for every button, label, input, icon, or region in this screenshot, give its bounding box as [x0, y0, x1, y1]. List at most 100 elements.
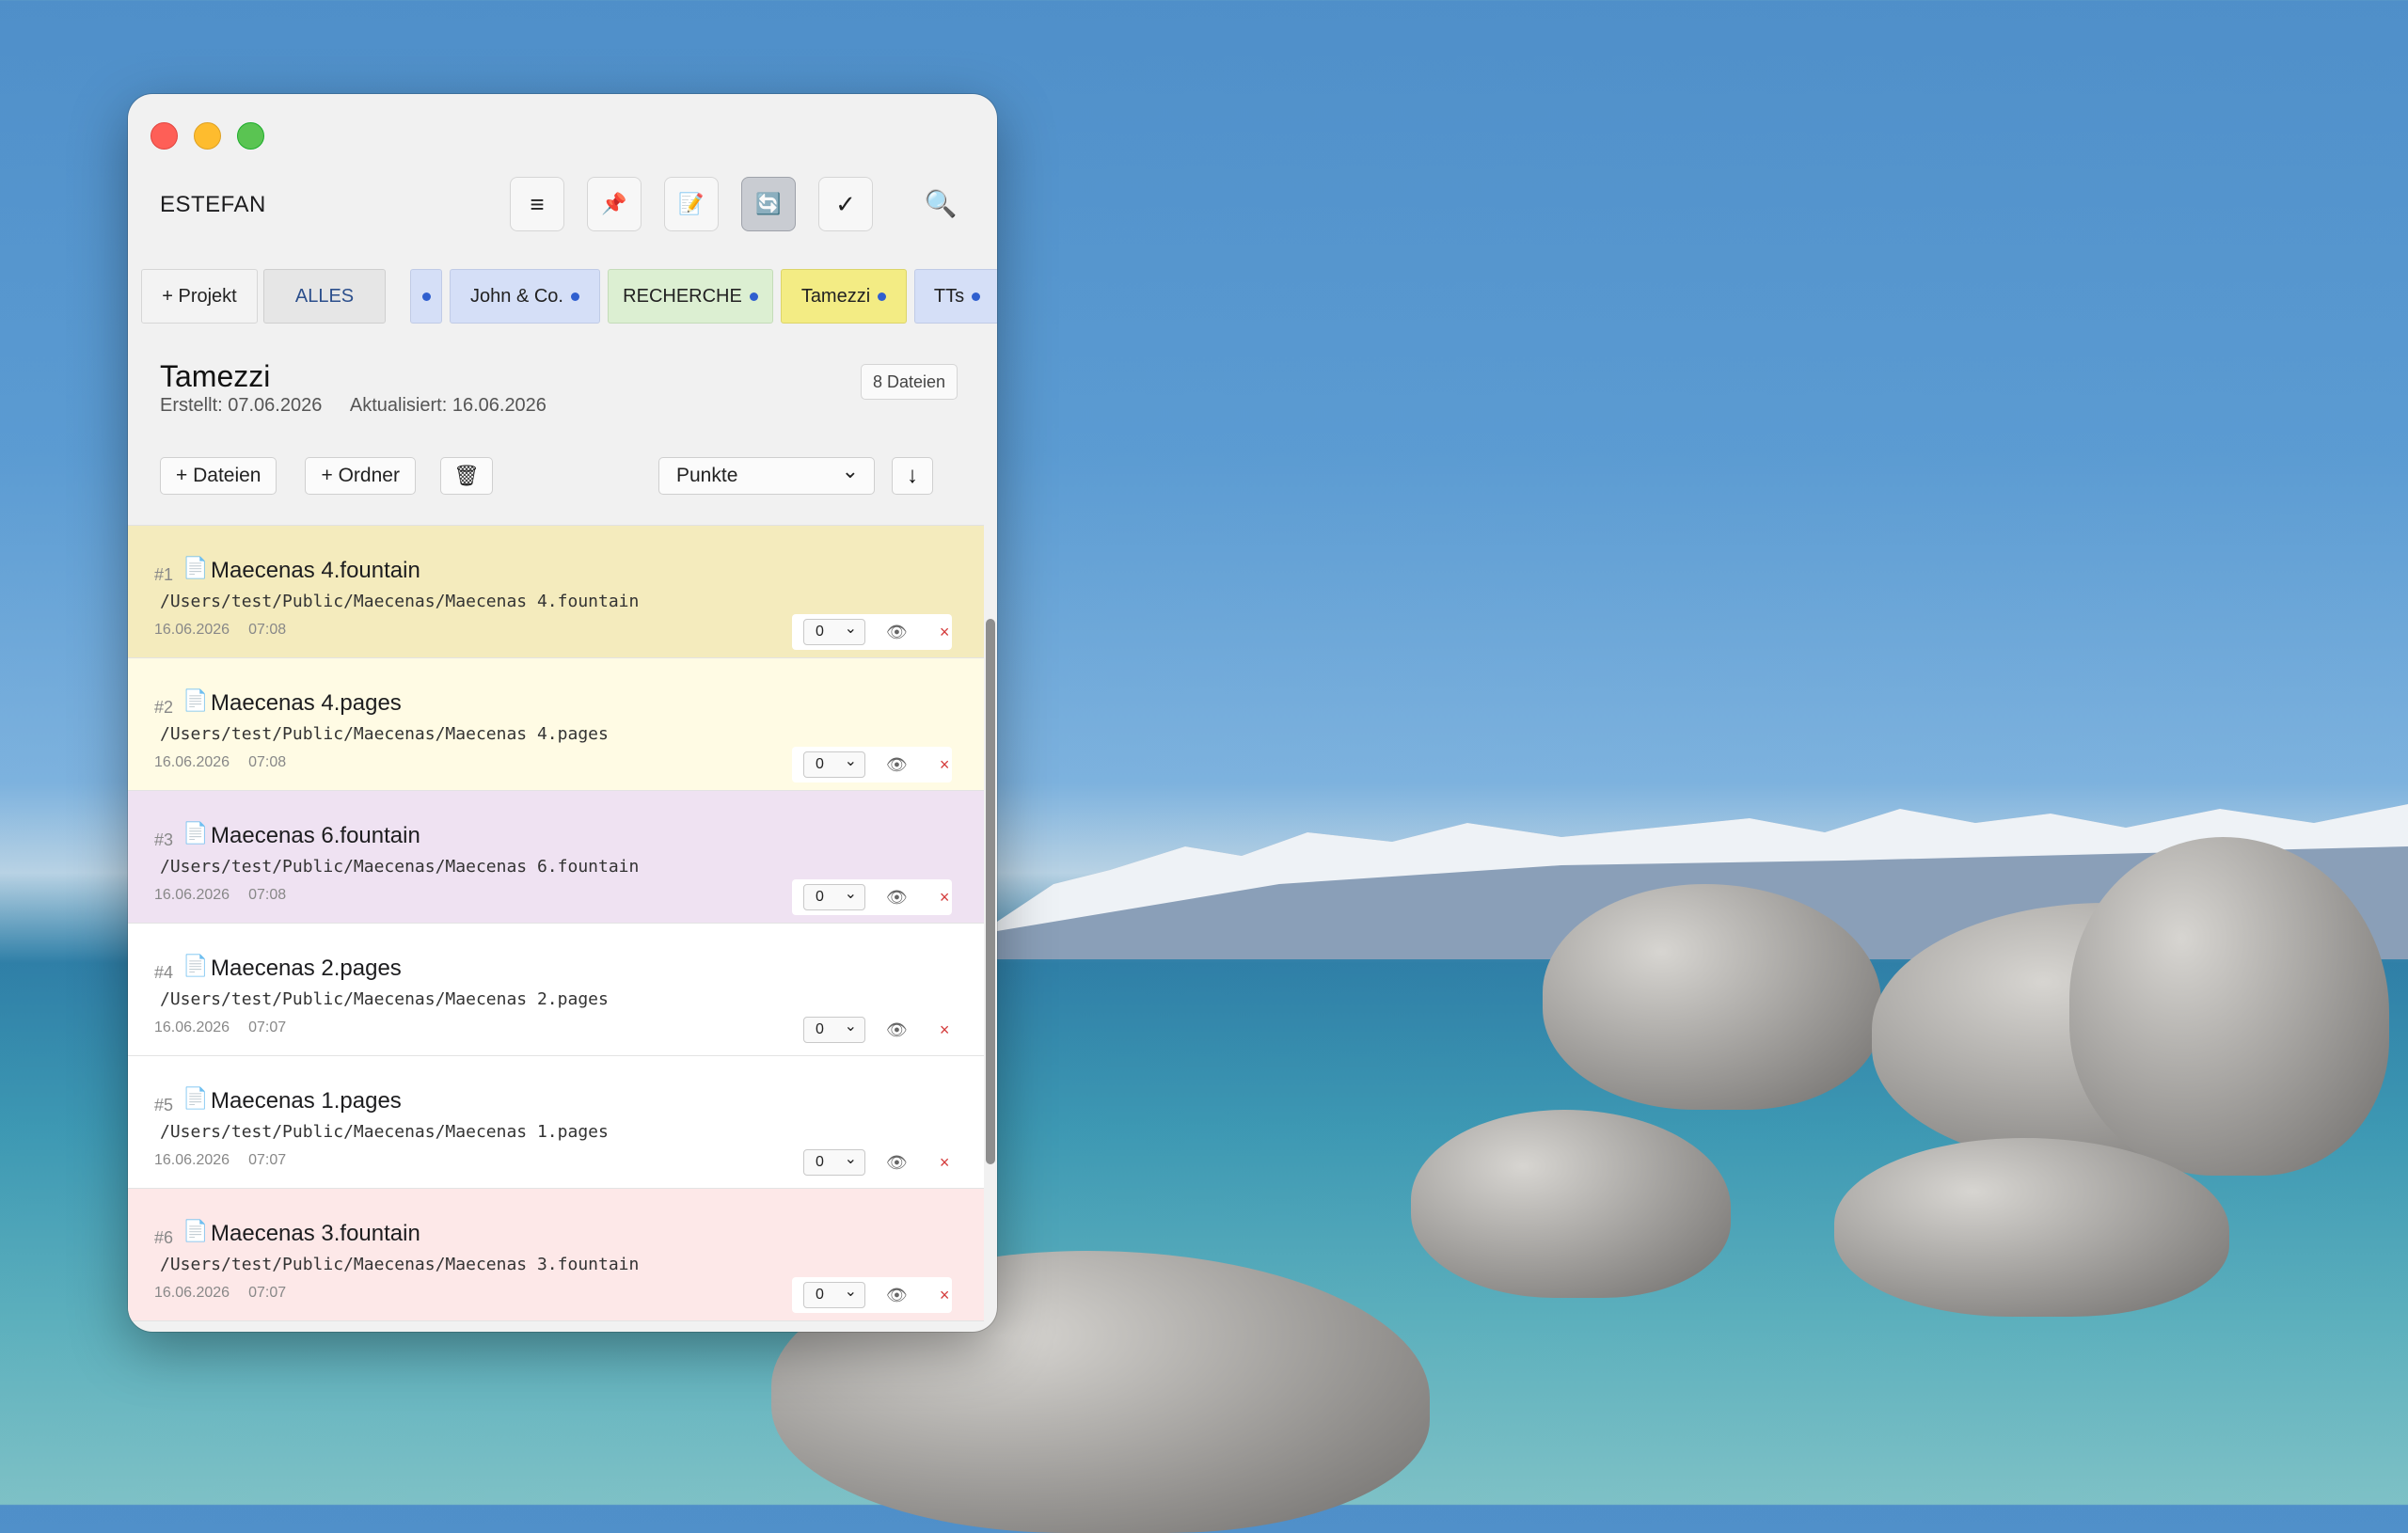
file-time: 07:08: [248, 887, 287, 903]
refresh-button[interactable]: 🔄: [741, 177, 796, 231]
file-row[interactable]: #5 📄 Maecenas 1.pages /Users/test/Public…: [128, 1056, 984, 1189]
file-row[interactable]: #2 📄 Maecenas 4.pages /Users/test/Public…: [128, 658, 984, 791]
file-time: 07:07: [248, 1152, 287, 1168]
points-value: 0: [816, 1154, 824, 1170]
points-value: 0: [816, 889, 824, 905]
tab-tamezzi[interactable]: Tamezzi: [781, 269, 907, 324]
file-timestamp: 16.06.2026 07:07: [154, 1285, 286, 1302]
delete-icon[interactable]: ×: [940, 623, 950, 642]
scrollbar-thumb[interactable]: [986, 619, 995, 1164]
eye-icon[interactable]: 👁: [886, 1286, 908, 1305]
scrollbar[interactable]: [984, 525, 995, 1332]
project-tabs: + Projekt ALLES John & Co. RECHERCHE Tam…: [137, 269, 997, 324]
check-button[interactable]: ✓: [818, 177, 873, 231]
delete-icon[interactable]: ×: [940, 888, 950, 908]
points-select[interactable]: 0 ⌄: [803, 619, 865, 645]
menu-icon: ≡: [530, 189, 545, 218]
tab-label: John & Co.: [470, 285, 563, 307]
file-date: 16.06.2026: [154, 887, 230, 903]
file-path: /Users/test/Public/Maecenas/Maecenas 2.p…: [160, 989, 609, 1009]
file-list: #1 📄 Maecenas 4.fountain /Users/test/Pub…: [128, 525, 984, 1332]
file-icon: 📄: [182, 1219, 209, 1242]
tab-recherche[interactable]: RECHERCHE: [608, 269, 773, 324]
file-date: 16.06.2026: [154, 622, 230, 638]
file-path: /Users/test/Public/Maecenas/Maecenas 1.p…: [160, 1122, 609, 1142]
points-select[interactable]: 0 ⌄: [803, 1149, 865, 1176]
updated-date: Aktualisiert: 16.06.2026: [349, 395, 547, 416]
sort-direction-button[interactable]: ↓: [892, 457, 933, 495]
project-title: Tamezzi: [160, 359, 271, 393]
file-name: Maecenas 3.fountain: [211, 1221, 420, 1246]
add-folder-button[interactable]: + Ordner: [305, 457, 416, 495]
tab-dot: [570, 292, 579, 301]
tab-all-label: ALLES: [294, 285, 355, 307]
note-button[interactable]: 📝: [664, 177, 719, 231]
chevron-down-icon: ⌄: [844, 1151, 857, 1167]
add-files-button[interactable]: + Dateien: [160, 457, 277, 495]
delete-icon[interactable]: ×: [940, 755, 950, 775]
points-select[interactable]: 0 ⌄: [803, 1017, 865, 1043]
file-path: /Users/test/Public/Maecenas/Maecenas 4.f…: [160, 592, 640, 611]
points-value: 0: [816, 756, 824, 772]
file-controls: 0 ⌄ 👁 ×: [792, 879, 952, 915]
delete-icon[interactable]: ×: [940, 1153, 950, 1173]
eye-icon[interactable]: 👁: [886, 1153, 908, 1173]
menu-button[interactable]: ≡: [510, 177, 564, 231]
file-time: 07:07: [248, 1285, 287, 1301]
delete-icon[interactable]: ×: [940, 1020, 950, 1040]
search-button[interactable]: 🔍: [922, 184, 959, 222]
add-project-tab[interactable]: + Projekt: [141, 269, 258, 324]
toolbar: ≡ 📌 📝 🔄 ✓: [510, 177, 873, 231]
file-controls: 0 ⌄ 👁 ×: [792, 1145, 952, 1180]
file-path: /Users/test/Public/Maecenas/Maecenas 4.p…: [160, 724, 609, 744]
minimize-button[interactable]: [194, 122, 221, 150]
eye-icon[interactable]: 👁: [886, 755, 908, 775]
file-row[interactable]: #4 📄 Maecenas 2.pages /Users/test/Public…: [128, 924, 984, 1056]
zoom-button[interactable]: [237, 122, 264, 150]
check-icon: ✓: [835, 189, 856, 218]
file-timestamp: 16.06.2026 07:08: [154, 754, 286, 771]
sort-select[interactable]: Punkte ⌄: [658, 457, 875, 495]
pin-icon: 📌: [601, 192, 627, 215]
trash-button[interactable]: 🗑: [439, 457, 493, 495]
file-timestamp: 16.06.2026 07:08: [154, 622, 286, 639]
tab-tts[interactable]: TTs: [914, 269, 997, 324]
tab-john-co[interactable]: John & Co.: [450, 269, 600, 324]
points-select[interactable]: 0 ⌄: [803, 1282, 865, 1308]
file-controls: 0 ⌄ 👁 ×: [792, 1277, 952, 1313]
pin-button[interactable]: 📌: [587, 177, 642, 231]
eye-icon[interactable]: 👁: [886, 888, 908, 908]
file-icon: 📄: [182, 821, 209, 845]
tab-dot: [749, 292, 758, 301]
tab-all[interactable]: ALLES: [263, 269, 386, 324]
points-select[interactable]: 0 ⌄: [803, 884, 865, 910]
points-value: 0: [816, 624, 824, 640]
file-timestamp: 16.06.2026 07:07: [154, 1152, 286, 1169]
action-bar: + Dateien + Ordner 🗑: [160, 457, 493, 495]
add-project-label: + Projekt: [162, 285, 237, 307]
trash-icon: 🗑: [452, 464, 480, 487]
file-row[interactable]: #3 📄 Maecenas 6.fountain /Users/test/Pub…: [128, 791, 984, 924]
delete-icon[interactable]: ×: [940, 1286, 950, 1305]
chevron-down-icon: ⌄: [844, 1284, 857, 1300]
tab-partial[interactable]: [410, 269, 442, 324]
file-controls: 0 ⌄ 👁 ×: [792, 614, 952, 650]
eye-icon[interactable]: 👁: [886, 1020, 908, 1040]
note-icon: 📝: [678, 192, 705, 215]
refresh-icon: 🔄: [755, 192, 782, 215]
created-date: Erstellt: 07.06.2026: [160, 395, 323, 416]
file-date: 16.06.2026: [154, 754, 230, 770]
points-select[interactable]: 0 ⌄: [803, 751, 865, 778]
file-number: #3: [154, 830, 174, 849]
tab-dot: [421, 292, 431, 301]
project-meta: Erstellt: 07.06.2026 Aktualisiert: 16.06…: [160, 395, 547, 417]
eye-icon[interactable]: 👁: [886, 623, 908, 642]
arrow-down-icon: ↓: [907, 463, 918, 488]
sort-select-value: Punkte: [676, 465, 738, 486]
file-count-badge: 8 Dateien: [861, 364, 958, 400]
points-value: 0: [816, 1287, 824, 1303]
close-button[interactable]: [150, 122, 178, 150]
file-row[interactable]: #1 📄 Maecenas 4.fountain /Users/test/Pub…: [128, 526, 984, 658]
file-name: Maecenas 2.pages: [211, 956, 402, 981]
file-row[interactable]: #6 📄 Maecenas 3.fountain /Users/test/Pub…: [128, 1189, 984, 1321]
